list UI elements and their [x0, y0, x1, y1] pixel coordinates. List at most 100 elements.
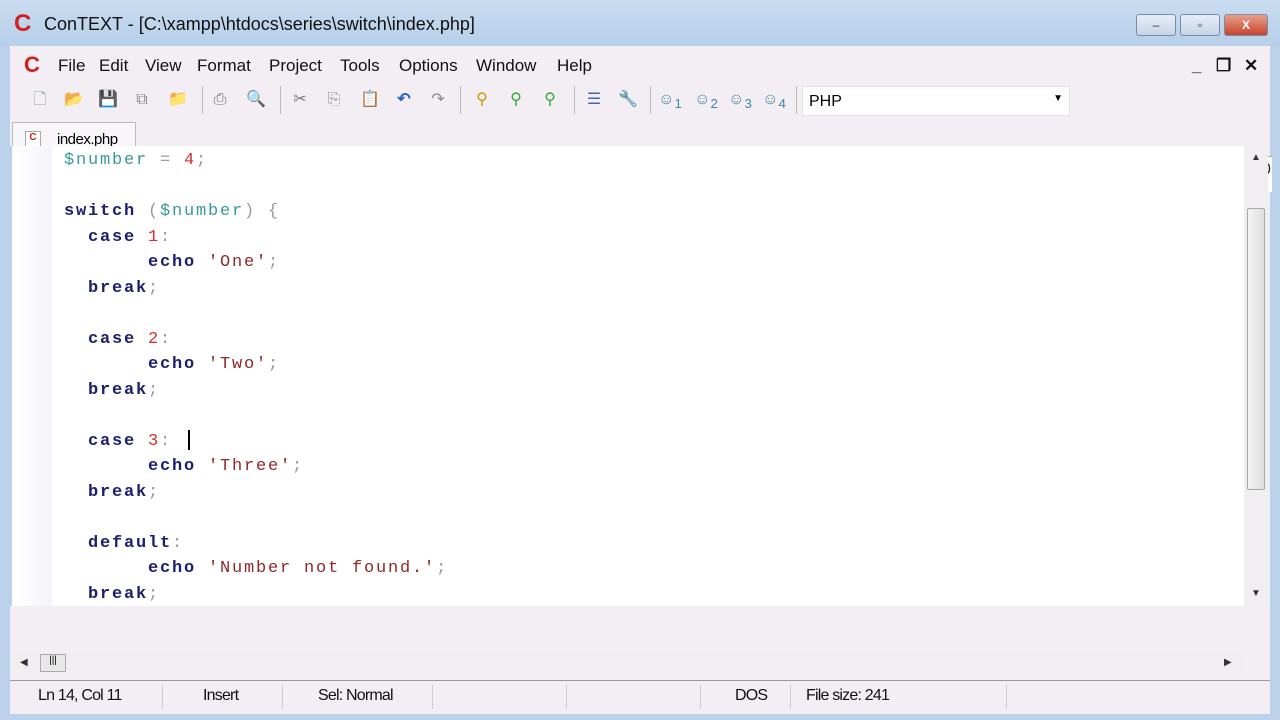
scroll-down-icon[interactable]: ▼: [1251, 588, 1261, 599]
menu-format[interactable]: Format: [197, 56, 251, 76]
code-token-num: 4: [184, 151, 197, 170]
user-command-2-icon[interactable]: ☺2: [694, 88, 718, 112]
code-token-pun: =: [148, 151, 185, 170]
code-token-pun: ;: [148, 380, 161, 400]
open-folder-icon[interactable]: 📁: [166, 88, 190, 112]
code-token-kw: echo: [64, 559, 209, 578]
menu-options[interactable]: Options: [399, 56, 458, 76]
window-title: ConTEXT - [C:\xampp\htdocs\series\switch…: [44, 14, 475, 34]
code-token-str: 'Two': [208, 355, 269, 374]
code-token-pun: ;: [148, 278, 161, 298]
minimize-button[interactable]: –: [1136, 14, 1176, 36]
gutter: [12, 146, 52, 606]
code-line[interactable]: echo 'One';: [64, 250, 448, 276]
new-file-icon[interactable]: 🗋: [28, 88, 52, 112]
paste-icon[interactable]: 📋: [358, 88, 382, 112]
scroll-left-icon[interactable]: ◀: [20, 657, 28, 668]
code-token-kw: break: [64, 380, 149, 400]
code-editor[interactable]: $number = 4; switch ($number) { case 1: e…: [10, 146, 1244, 606]
user-command-4-label: 4: [778, 96, 786, 112]
code-token-kw: break: [64, 278, 149, 298]
menu-file[interactable]: File: [58, 56, 85, 76]
code-token-num: 3: [148, 431, 161, 451]
selection-mode[interactable]: Sel: Normal: [318, 687, 394, 705]
mdi-restore-button[interactable]: ❐: [1216, 56, 1231, 76]
code-token-kw: case: [64, 227, 149, 247]
code-token-var: $number: [160, 202, 245, 221]
menu-tools[interactable]: Tools: [340, 56, 380, 76]
find-icon[interactable]: ⚲: [470, 88, 494, 112]
menu-view[interactable]: View: [145, 56, 182, 76]
code-token-kw: break: [64, 584, 149, 604]
code-line[interactable]: [64, 505, 448, 531]
code-line[interactable]: $number = 4;: [64, 148, 448, 174]
horizontal-scrollbar[interactable]: ◀ ||| ▶: [10, 652, 1244, 674]
mdi-minimize-button[interactable]: _: [1192, 56, 1201, 76]
find-next-icon[interactable]: ⚲: [504, 88, 528, 112]
user-command-3-icon[interactable]: ☺3: [728, 88, 752, 112]
code-line[interactable]: case 3:: [64, 429, 448, 455]
horizontal-scroll-thumb[interactable]: |||: [40, 654, 66, 672]
user-command-1-label: 1: [674, 96, 682, 112]
code-token-pun: ;: [148, 482, 161, 502]
code-content[interactable]: $number = 4; switch ($number) { case 1: e…: [64, 148, 448, 606]
code-token-pun: :: [160, 227, 173, 247]
user-command-2-label: 2: [710, 96, 718, 112]
tools-icon[interactable]: 🔧: [616, 88, 640, 112]
code-line[interactable]: break;: [64, 480, 448, 506]
document-menu-icon[interactable]: C: [24, 52, 40, 78]
save-icon[interactable]: 💾: [96, 88, 120, 112]
file-compare-icon[interactable]: ☰: [582, 88, 606, 112]
vertical-scrollbar[interactable]: ▲ ▼: [1244, 146, 1268, 606]
code-token-kw: break: [64, 482, 149, 502]
print-preview-icon[interactable]: 🔍: [244, 88, 268, 112]
vertical-scroll-thumb[interactable]: [1247, 208, 1265, 490]
code-line[interactable]: break;: [64, 276, 448, 302]
open-file-icon[interactable]: 📂: [62, 88, 86, 112]
menu-window[interactable]: Window: [476, 56, 536, 76]
code-token-pun: ;: [196, 151, 209, 170]
code-line[interactable]: [64, 174, 448, 200]
menu-help[interactable]: Help: [557, 56, 592, 76]
copy-icon[interactable]: ⎘: [322, 88, 346, 112]
user-command-4-icon[interactable]: ☺4: [762, 88, 786, 112]
maximize-button[interactable]: ▫: [1180, 14, 1220, 36]
highlighter-select[interactable]: PHP ▼: [802, 86, 1070, 116]
code-line[interactable]: break;: [64, 582, 448, 607]
code-token-str: 'Three': [208, 457, 293, 476]
menu-edit[interactable]: Edit: [99, 56, 128, 76]
code-token-kw: default: [64, 533, 173, 553]
code-line[interactable]: echo 'Three';: [64, 454, 448, 480]
menu-project[interactable]: Project: [269, 56, 322, 76]
edit-mode[interactable]: Insert: [203, 687, 239, 705]
code-line[interactable]: default:: [64, 531, 448, 557]
code-line[interactable]: case 2:: [64, 327, 448, 353]
save-all-icon[interactable]: ⧉: [130, 88, 154, 112]
scroll-up-icon[interactable]: ▲: [1251, 152, 1261, 163]
code-token-kw: case: [64, 431, 149, 451]
code-line[interactable]: case 1:: [64, 225, 448, 251]
code-token-pun: :: [160, 431, 185, 451]
scroll-right-icon[interactable]: ▶: [1224, 657, 1232, 668]
code-line[interactable]: switch ($number) {: [64, 199, 448, 225]
code-line[interactable]: echo 'Two';: [64, 352, 448, 378]
code-token-str: 'Number not found.': [208, 559, 437, 578]
redo-icon[interactable]: ↷: [426, 88, 450, 112]
code-token-pun: ;: [436, 559, 449, 578]
code-line[interactable]: break;: [64, 378, 448, 404]
print-icon[interactable]: ⎙: [208, 88, 232, 112]
code-token-pun: ) {: [244, 202, 281, 221]
user-command-3-label: 3: [744, 96, 752, 112]
undo-icon[interactable]: ↶: [392, 88, 416, 112]
code-token-pun: ;: [268, 253, 281, 272]
cut-icon[interactable]: ✂: [288, 88, 312, 112]
code-line[interactable]: [64, 403, 448, 429]
code-line[interactable]: echo 'Number not found.';: [64, 556, 448, 582]
user-command-1-icon[interactable]: ☺1: [658, 88, 682, 112]
replace-icon[interactable]: ⚲: [538, 88, 562, 112]
code-token-kw: echo: [64, 253, 209, 272]
close-button[interactable]: X: [1224, 14, 1268, 36]
code-line[interactable]: [64, 301, 448, 327]
line-ending[interactable]: DOS: [735, 687, 768, 705]
mdi-close-button[interactable]: ✕: [1244, 56, 1258, 76]
